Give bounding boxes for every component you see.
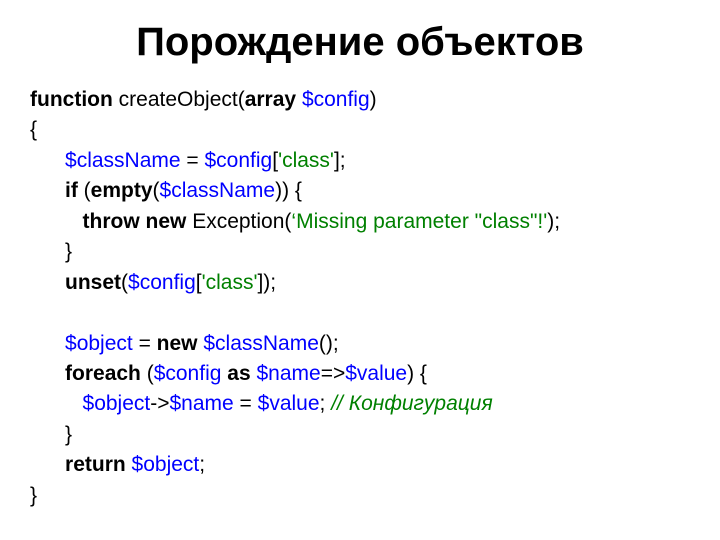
text [30, 362, 65, 385]
text: ]; [334, 149, 346, 172]
text [30, 210, 83, 233]
text: ; [320, 392, 332, 415]
text: ) { [407, 362, 427, 385]
variable: $config [205, 149, 273, 172]
text: ); [547, 210, 560, 233]
code-line: $object = new $className(); [30, 332, 339, 355]
string: 'class' [278, 149, 334, 172]
keyword: if [65, 179, 78, 202]
code-block: function createObject(array $config) { $… [30, 85, 690, 511]
variable: $value [345, 362, 407, 385]
variable: $config [154, 362, 222, 385]
string: 'class' [202, 271, 258, 294]
variable: $className [65, 149, 181, 172]
variable: $config [302, 88, 370, 111]
keyword: new [157, 332, 198, 355]
slide: Порождение объектов function createObjec… [0, 0, 720, 540]
variable: $config [128, 271, 196, 294]
code-line: } [30, 240, 72, 263]
keyword: empty [91, 179, 153, 202]
text: ( [153, 179, 160, 202]
text: createObject( [113, 88, 245, 111]
text: = [181, 149, 205, 172]
text: ( [141, 362, 154, 385]
slide-title: Порождение объектов [30, 20, 690, 65]
keyword: throw new [83, 210, 187, 233]
text: ]); [257, 271, 276, 294]
string: ‘Missing parameter "class"!' [291, 210, 547, 233]
code-line: if (empty($className)) { [30, 179, 302, 202]
comment: // Конфигурация [331, 392, 492, 415]
variable: $name [256, 362, 320, 385]
text [30, 453, 65, 476]
variable: $className [203, 332, 319, 355]
text [30, 271, 65, 294]
code-line: } [30, 423, 72, 446]
text [30, 149, 65, 172]
code-line: $className = $config['class']; [30, 149, 346, 172]
code-line: foreach ($config as $name=>$value) { [30, 362, 427, 385]
keyword: array [245, 88, 296, 111]
variable: $className [160, 179, 276, 202]
code-line: { [30, 118, 37, 141]
keyword: foreach [65, 362, 141, 385]
code-line: function createObject(array $config) [30, 88, 377, 111]
text: Exception( [186, 210, 291, 233]
text: ; [199, 453, 205, 476]
text: ( [121, 271, 128, 294]
text: (); [319, 332, 339, 355]
code-line: $object->$name = $value; // Конфигурация [30, 392, 493, 415]
keyword: unset [65, 271, 121, 294]
text: -> [150, 392, 169, 415]
text [30, 332, 65, 355]
variable: $object [132, 453, 200, 476]
text: ( [78, 179, 91, 202]
text: => [321, 362, 346, 385]
keyword: as [227, 362, 250, 385]
text: = [234, 392, 258, 415]
code-line: throw new Exception(‘Missing parameter "… [30, 210, 560, 233]
text: ) [370, 88, 377, 111]
variable: $object [83, 392, 151, 415]
text: )) { [275, 179, 302, 202]
keyword: function [30, 88, 113, 111]
variable: $name [170, 392, 234, 415]
text: = [133, 332, 157, 355]
keyword: return [65, 453, 126, 476]
text [30, 392, 83, 415]
code-line: } [30, 484, 37, 507]
variable: $value [258, 392, 320, 415]
text [30, 179, 65, 202]
code-line: unset($config['class']); [30, 271, 276, 294]
code-line: return $object; [30, 453, 205, 476]
variable: $object [65, 332, 133, 355]
